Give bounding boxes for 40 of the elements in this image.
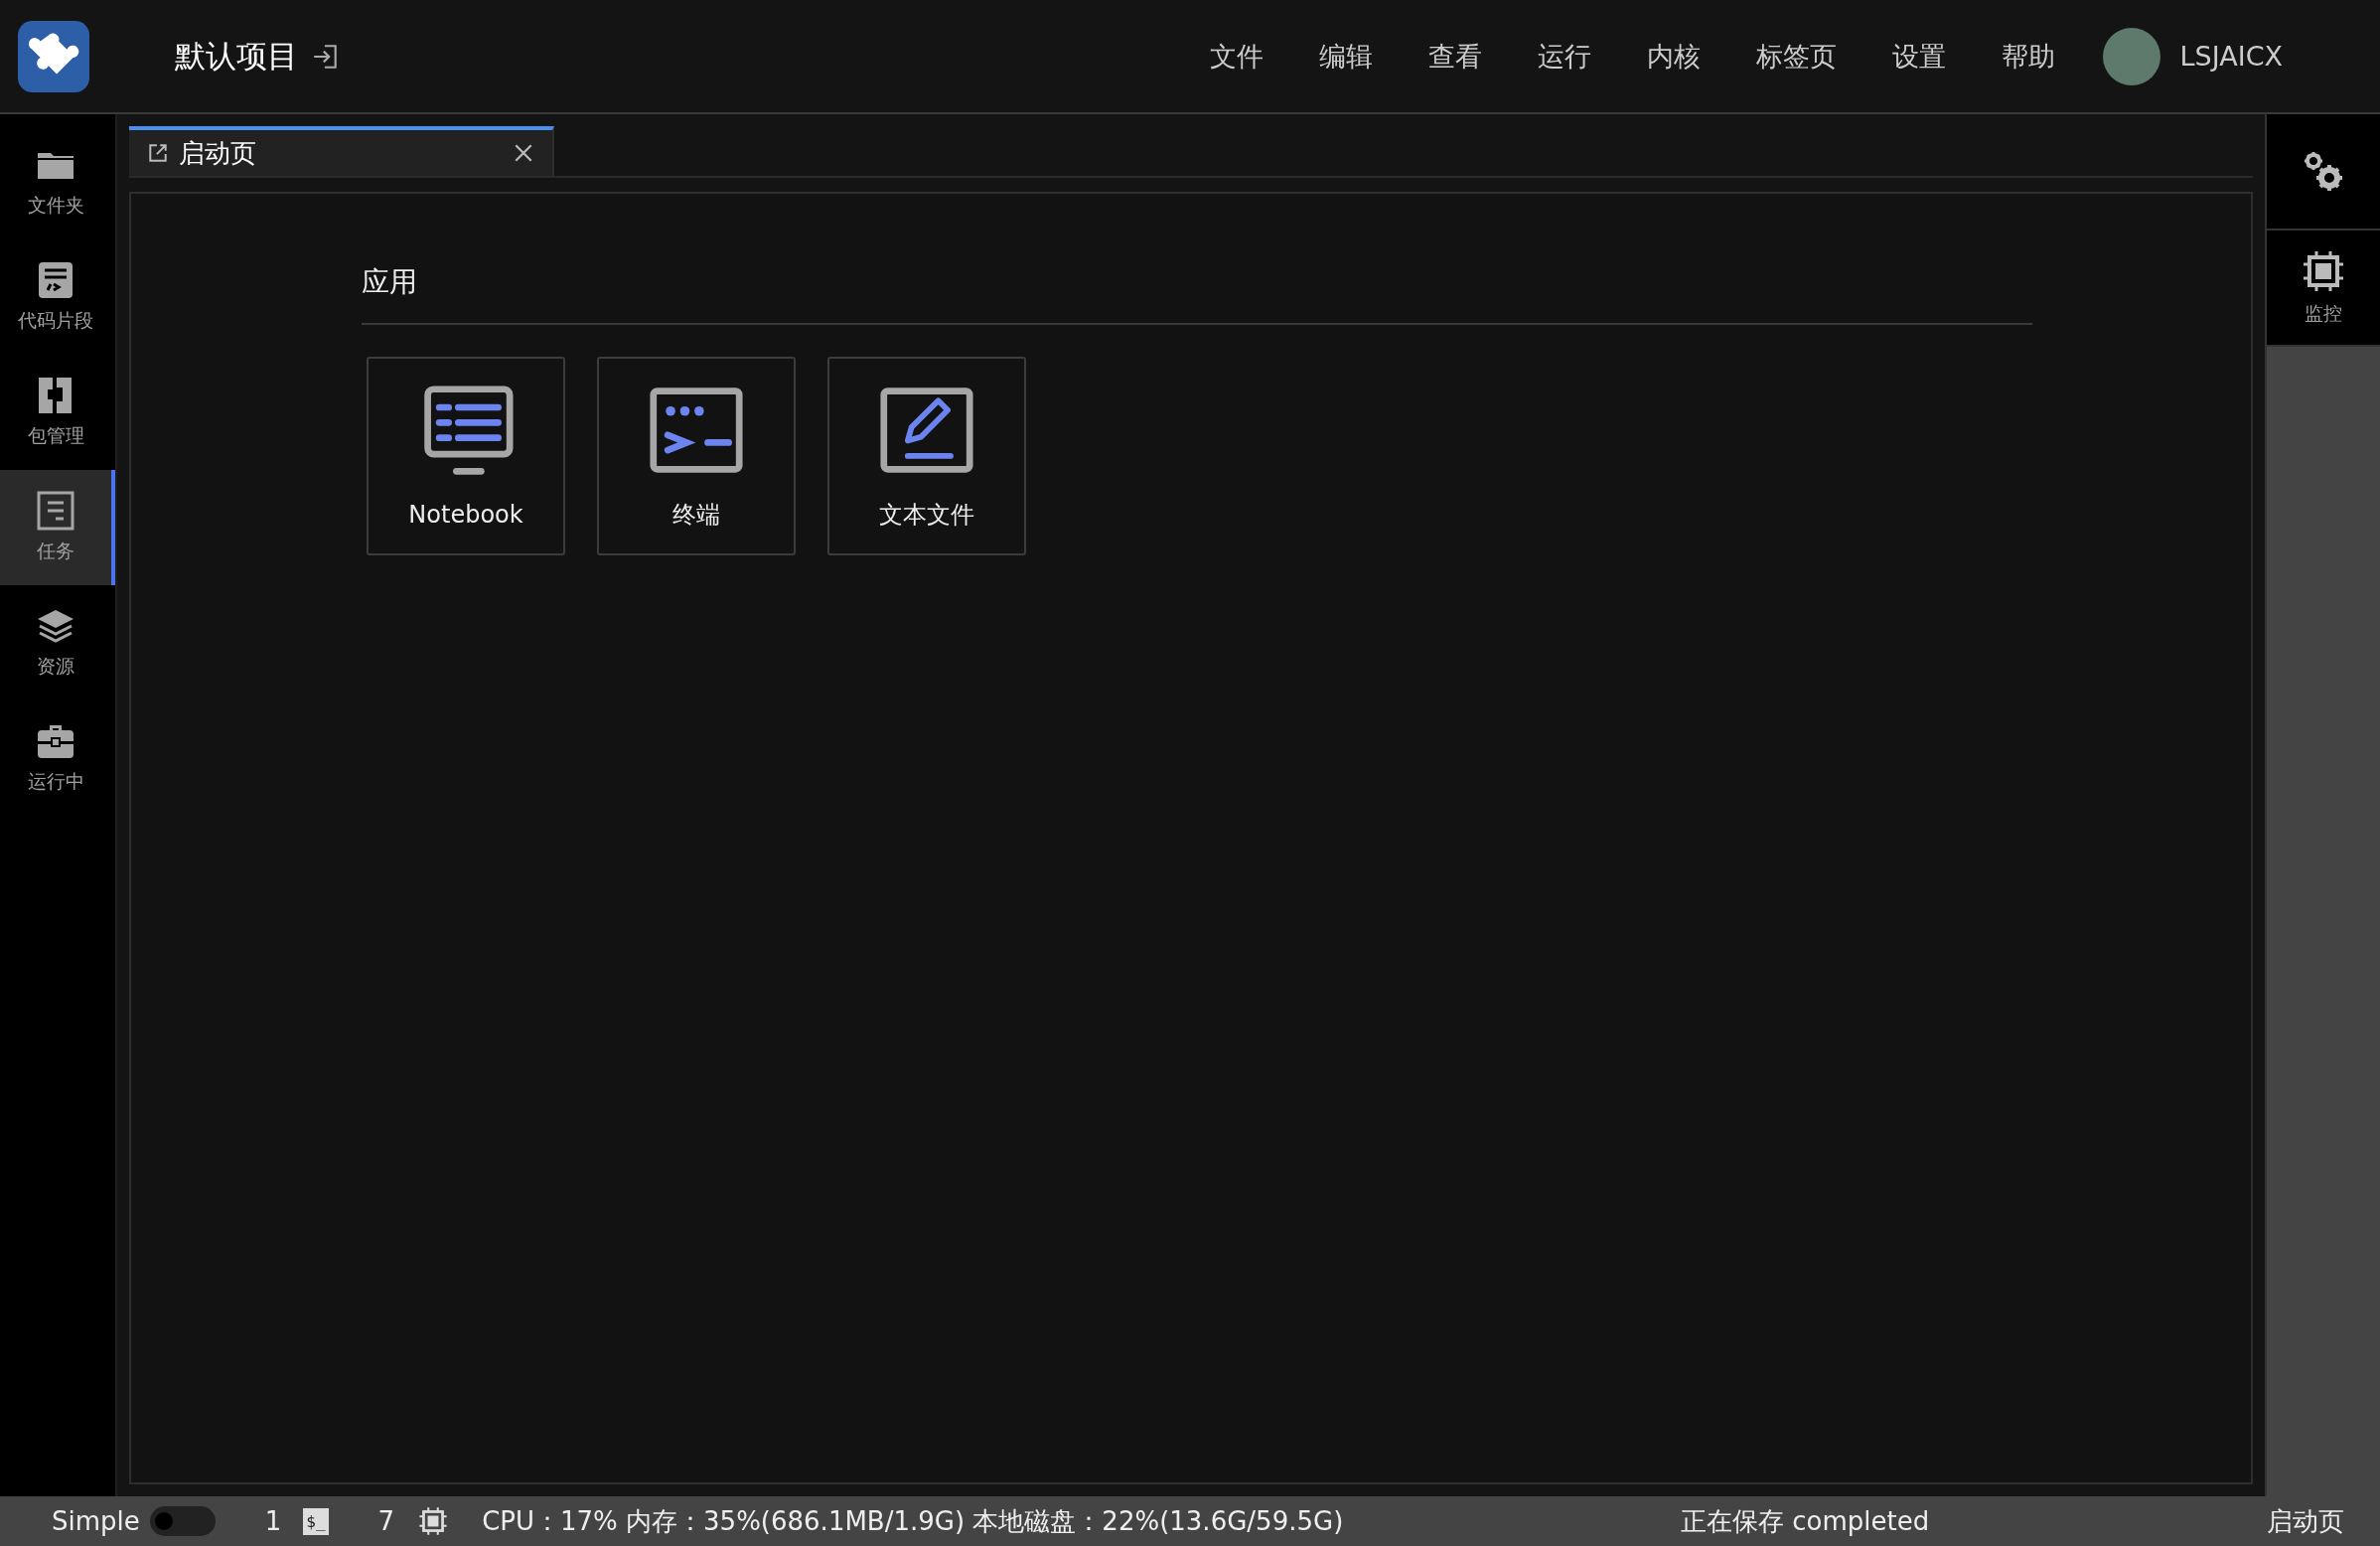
terminal-count: 1 [264,1506,282,1536]
mode-toggle[interactable] [149,1506,216,1536]
sidebar-item[interactable]: 资源 [0,585,115,700]
monitor-panel-item[interactable]: 监控 [2267,231,2380,347]
chip-icon [2302,248,2345,293]
project-title: 默认项目 [175,36,298,76]
sidebar-item[interactable]: 包管理 [0,355,115,470]
menu-item[interactable]: 运行 [1537,38,1591,75]
menu-item[interactable]: 标签页 [1755,38,1837,75]
app-launcher-card[interactable]: 终端 [597,357,796,555]
resource-usage: CPU：17% 内存：35%(686.1MB/1.9G) 本地磁盘：22%(13.6G/59.5G) [482,1504,1344,1538]
kernel-count: 7 [377,1506,395,1536]
sidebar-item[interactable]: 任务 [0,470,115,585]
current-tab-label: 启动页 [2267,1504,2344,1538]
save-status: 正在保存 completed [1681,1504,1930,1538]
list-icon [36,491,75,531]
section-title: 应用 [362,263,2032,325]
app-launcher-card[interactable]: 文本文件 [827,357,1026,555]
code-file-icon [36,260,75,300]
menu-item[interactable]: 编辑 [1318,38,1373,75]
menu-item[interactable]: 设置 [1891,38,1946,75]
external-link-icon [147,142,169,164]
app-launcher-card[interactable]: Notebook [367,357,565,555]
sidebar-item[interactable]: 代码片段 [0,239,115,355]
menu-item[interactable]: 帮助 [2001,38,2055,75]
menu-item[interactable]: 文件 [1209,38,1264,75]
settings-icon [2302,149,2345,194]
launcher-tab[interactable]: 启动页 [129,126,554,176]
enter-icon[interactable] [312,42,340,71]
menu-item[interactable]: 查看 [1427,38,1482,75]
puzzle-logo-icon[interactable] [18,20,89,92]
sidebar-item[interactable]: 文件夹 [0,124,115,239]
close-icon[interactable] [513,142,534,164]
sidebar-item[interactable]: 运行中 [0,700,115,816]
mode-label: Simple [52,1506,140,1536]
chip-icon[interactable] [418,1506,449,1536]
menu-item[interactable]: 内核 [1646,38,1701,75]
settings-panel-item[interactable] [2267,114,2380,231]
username[interactable]: LSJAICX [2179,41,2283,72]
terminal-badge[interactable]: $_ [303,1507,329,1535]
